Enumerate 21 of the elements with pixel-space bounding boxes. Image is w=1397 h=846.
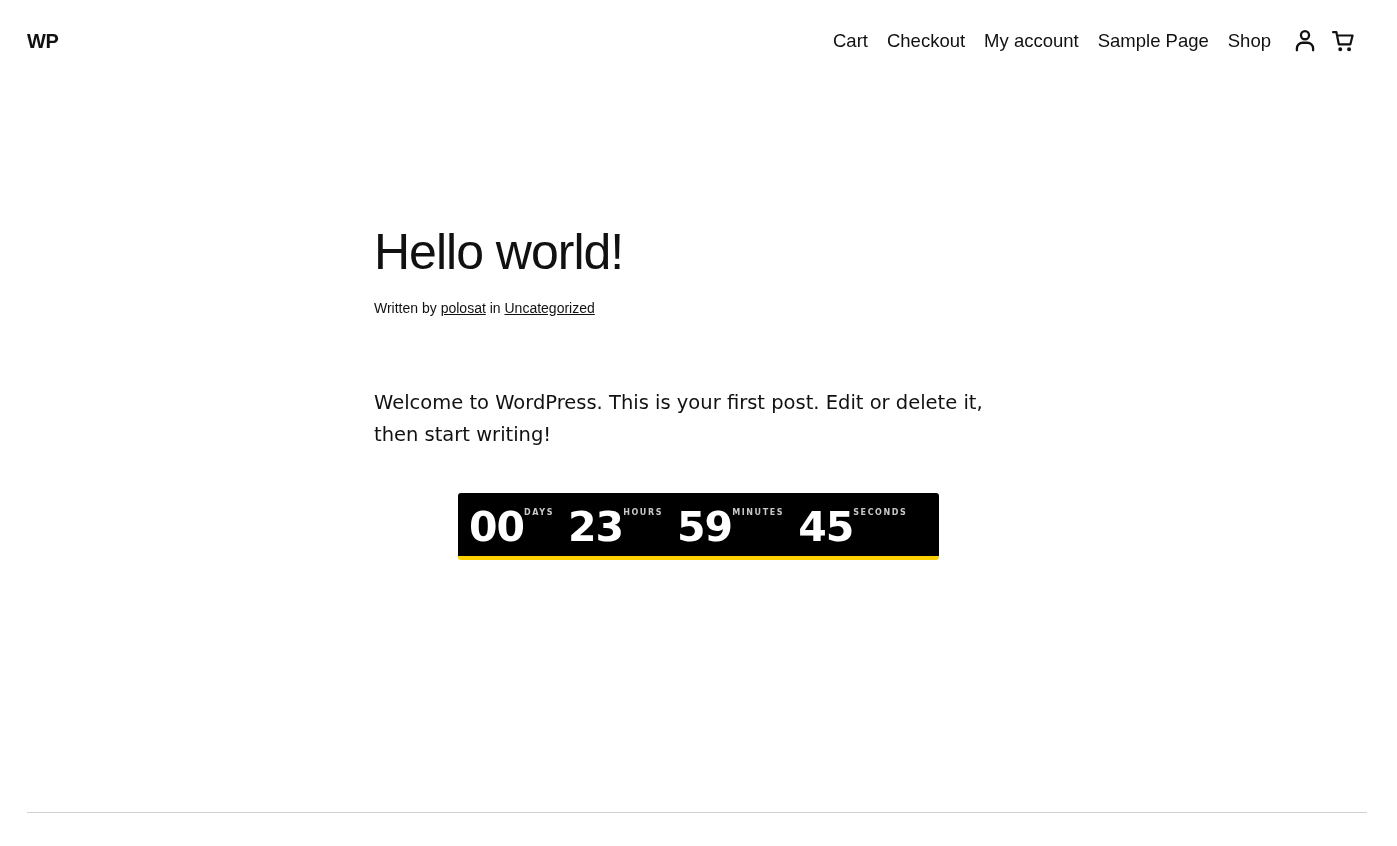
nav-link[interactable]: Shop [1227, 30, 1271, 52]
countdown-label: HOURS [623, 508, 664, 518]
nav-link[interactable]: Sample Page [1097, 30, 1209, 52]
countdown-value: 45 [798, 505, 854, 549]
countdown-label: SECONDS [853, 508, 908, 518]
countdown-label: MINUTES [732, 508, 785, 518]
nav-link[interactable]: My account [984, 30, 1079, 52]
nav-link[interactable]: Cart [833, 30, 868, 52]
countdown-value: 59 [677, 505, 733, 549]
post-meta: Written by polosat in Uncategorized [374, 300, 596, 316]
category-link[interactable]: Uncategorized [504, 300, 595, 316]
countdown-value: 00 [469, 505, 525, 549]
countdown-value: 23 [568, 505, 624, 549]
site-title[interactable]: WP [27, 29, 59, 53]
post-body: Welcome to WordPress. This is your first post. Edit or delete it, then start writing! [374, 390, 984, 448]
post-title: Hello world! [374, 223, 625, 281]
countdown-label: DAYS [524, 508, 555, 517]
cart-icon[interactable] [1332, 30, 1354, 52]
author-link[interactable]: polosat [440, 300, 486, 316]
account-icon[interactable] [1294, 30, 1316, 52]
nav-link[interactable]: Checkout [886, 30, 966, 52]
